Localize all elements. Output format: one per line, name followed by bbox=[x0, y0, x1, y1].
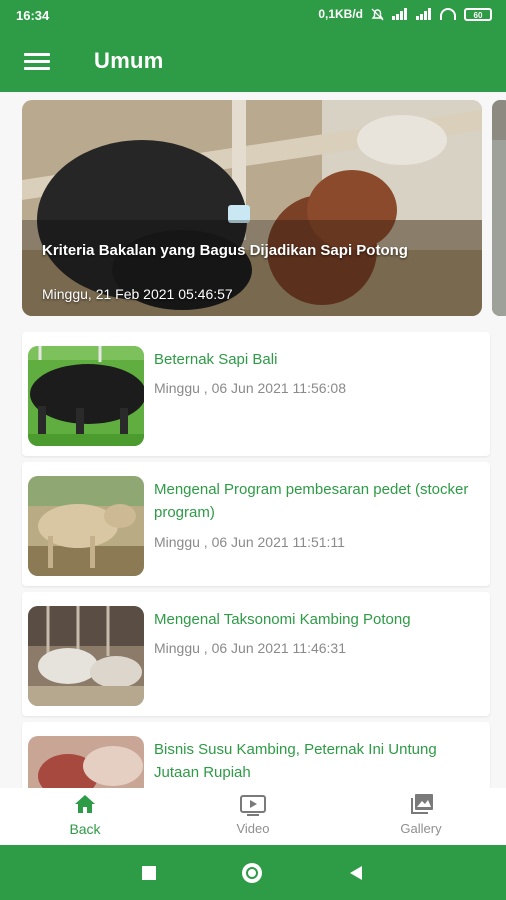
article-title: Mengenal Taksonomi Kambing Potong bbox=[154, 611, 411, 628]
bottom-navigation: Back Video Gallery bbox=[0, 788, 506, 845]
signal-icon bbox=[392, 8, 408, 20]
app-bar: Umum bbox=[0, 32, 506, 92]
recent-apps-icon[interactable] bbox=[142, 866, 156, 880]
hamburger-menu-icon[interactable] bbox=[24, 53, 50, 71]
back-triangle-icon[interactable] bbox=[348, 865, 364, 881]
gallery-icon bbox=[411, 794, 433, 814]
wifi-icon bbox=[440, 8, 456, 20]
article-title: Bisnis Susu Kambing, Peternak Ini Untung… bbox=[154, 741, 437, 781]
article-feed[interactable]: Kriteria Bakalan yang Bagus Dijadikan Sa… bbox=[0, 92, 506, 788]
article-title: Mengenal Program pembesaran pedet (stock… bbox=[154, 481, 469, 521]
nav-video[interactable]: Video bbox=[193, 788, 313, 845]
next-featured-card[interactable] bbox=[492, 100, 506, 316]
nav-back[interactable]: Back bbox=[25, 788, 145, 845]
featured-image bbox=[22, 100, 482, 316]
network-speed: 0,1KB/d bbox=[318, 7, 363, 21]
nav-gallery[interactable]: Gallery bbox=[361, 788, 481, 845]
article-title: Beternak Sapi Bali bbox=[154, 351, 278, 368]
system-navigation-bar bbox=[0, 845, 506, 900]
nav-gallery-label: Gallery bbox=[400, 821, 442, 836]
article-date: Minggu , 06 Jun 2021 11:56:08 bbox=[154, 380, 347, 396]
alarm-icon bbox=[371, 8, 384, 20]
home-button-icon[interactable] bbox=[242, 863, 262, 883]
list-item[interactable]: Mengenal Taksonomi Kambing Potong Minggu… bbox=[22, 592, 490, 716]
article-thumbnail bbox=[28, 476, 144, 576]
featured-article-card[interactable]: Kriteria Bakalan yang Bagus Dijadikan Sa… bbox=[22, 100, 482, 316]
nav-back-label: Back bbox=[69, 821, 101, 837]
list-item[interactable]: Beternak Sapi Bali Minggu , 06 Jun 2021 … bbox=[22, 332, 490, 456]
status-bar: 16:34 0,1KB/d 60 bbox=[0, 0, 506, 32]
status-indicators: 0,1KB/d 60 bbox=[318, 7, 492, 21]
featured-article-date: Minggu, 21 Feb 2021 05:46:57 bbox=[42, 286, 233, 302]
list-item[interactable]: Bisnis Susu Kambing, Peternak Ini Untung… bbox=[22, 722, 490, 788]
signal-icon-2 bbox=[416, 8, 432, 20]
status-time: 16:34 bbox=[16, 8, 50, 23]
battery-icon: 60 bbox=[464, 7, 492, 21]
list-item[interactable]: Mengenal Program pembesaran pedet (stock… bbox=[22, 462, 490, 586]
article-thumbnail bbox=[28, 346, 144, 446]
home-icon bbox=[75, 795, 95, 813]
article-date: Minggu , 06 Jun 2021 11:51:11 bbox=[154, 534, 345, 550]
article-thumbnail bbox=[28, 606, 144, 706]
featured-article-title: Kriteria Bakalan yang Bagus Dijadikan Sa… bbox=[42, 242, 408, 259]
article-thumbnail bbox=[28, 736, 144, 788]
page-title: Umum bbox=[94, 48, 164, 73]
article-date: Minggu , 06 Jun 2021 11:46:31 bbox=[154, 640, 347, 656]
video-icon bbox=[240, 795, 266, 816]
nav-video-label: Video bbox=[236, 821, 270, 836]
